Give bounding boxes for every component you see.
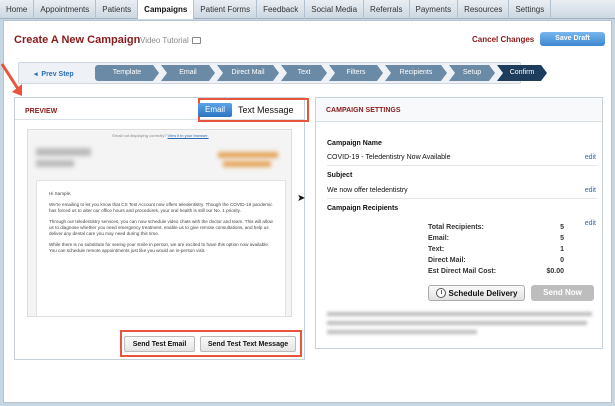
subject-label: Subject bbox=[327, 172, 353, 179]
email-body: Hi Sample, We're emailing to let you kno… bbox=[36, 180, 286, 316]
nav-tab-payments[interactable]: Payments bbox=[410, 0, 459, 19]
wizard-steps: Template Email Direct Mail Text Filters … bbox=[95, 65, 549, 81]
settings-title: CAMPAIGN SETTINGS bbox=[326, 107, 401, 114]
wizard-stepbar: ◂ Prev Step Template Email Direct Mail T… bbox=[18, 62, 521, 84]
divider bbox=[327, 198, 597, 199]
divider bbox=[327, 165, 597, 166]
step-email[interactable]: Email bbox=[161, 65, 215, 81]
nav-tab-social-media[interactable]: Social Media bbox=[305, 0, 365, 19]
blurred-logo-line bbox=[36, 160, 74, 167]
nav-tab-patient-forms[interactable]: Patient Forms bbox=[194, 0, 258, 19]
direct-mail-count-label: Direct Mail: bbox=[428, 257, 466, 264]
nav-tab-patients[interactable]: Patients bbox=[96, 0, 139, 19]
schedule-delivery-label: Schedule Delivery bbox=[448, 288, 518, 298]
page-title: Create A New Campaign bbox=[14, 34, 141, 46]
step-filters[interactable]: Filters bbox=[329, 65, 383, 81]
email-preview-frame[interactable]: Email not displaying correctly? View it … bbox=[27, 129, 292, 317]
clock-icon bbox=[435, 288, 446, 298]
schedule-delivery-button[interactable]: Schedule Delivery bbox=[428, 285, 525, 301]
total-recipients-label: Total Recipients: bbox=[428, 224, 484, 231]
edit-campaign-name-link[interactable]: edit bbox=[585, 154, 596, 161]
nav-tab-appointments[interactable]: Appointments bbox=[34, 0, 97, 19]
direct-mail-cost-label: Est Direct Mail Cost: bbox=[428, 268, 497, 275]
nav-tab-feedback[interactable]: Feedback bbox=[257, 0, 306, 19]
nav-tab-referrals[interactable]: Referrals bbox=[364, 0, 410, 19]
step-template[interactable]: Template bbox=[95, 65, 159, 81]
text-message-preview-tab[interactable]: Text Message bbox=[238, 103, 294, 117]
subject-value: We now offer teledentistry bbox=[327, 187, 408, 194]
blurred-disclaimer bbox=[327, 330, 477, 334]
settings-header: CAMPAIGN SETTINGS bbox=[316, 98, 602, 122]
nav-tab-home[interactable]: Home bbox=[0, 0, 35, 19]
view-in-browser-link[interactable]: View it in your browser. bbox=[168, 133, 209, 138]
cancel-changes-link[interactable]: Cancel Changes bbox=[472, 35, 534, 44]
step-confirm[interactable]: Confirm bbox=[497, 65, 547, 81]
edit-recipients-link[interactable]: edit bbox=[585, 220, 596, 227]
email-paragraph-1: We're emailing to let you know that CS T… bbox=[49, 202, 273, 213]
prev-step-link[interactable]: ◂ Prev Step bbox=[34, 70, 74, 78]
video-tutorial-link[interactable]: Video Tutorial bbox=[140, 36, 201, 45]
direct-mail-cost-value: $0.00 bbox=[546, 268, 564, 275]
step-text[interactable]: Text bbox=[281, 65, 327, 81]
blurred-contact bbox=[218, 152, 278, 158]
prev-step-label: Prev Step bbox=[41, 71, 74, 78]
nav-tab-settings[interactable]: Settings bbox=[509, 0, 552, 19]
campaign-name-value: COVID-19 - Teledentistry Now Available bbox=[327, 154, 451, 161]
blurred-logo bbox=[36, 148, 91, 156]
recipients-label: Campaign Recipients bbox=[327, 205, 399, 212]
email-count-label: Email: bbox=[428, 235, 450, 242]
direct-mail-count-value: 0 bbox=[560, 257, 564, 264]
not-displaying-text: Email not displaying correctly? bbox=[112, 133, 167, 138]
save-draft-button[interactable]: Save Draft bbox=[540, 32, 605, 46]
email-preview-tab[interactable]: Email bbox=[198, 103, 232, 117]
edit-subject-link[interactable]: edit bbox=[585, 187, 596, 194]
email-paragraph-3: While there is no substitute for seeing … bbox=[49, 242, 270, 253]
nav-tab-campaigns[interactable]: Campaigns bbox=[138, 0, 195, 19]
send-test-email-button[interactable]: Send Test Email bbox=[124, 336, 195, 352]
text-count-label: Text: bbox=[428, 246, 445, 253]
send-test-text-button[interactable]: Send Test Text Message bbox=[200, 336, 296, 352]
not-displaying-notice: Email not displaying correctly? View it … bbox=[28, 133, 291, 138]
preview-label: PREVIEW bbox=[25, 108, 58, 115]
email-count-value: 5 bbox=[560, 235, 564, 242]
blurred-disclaimer bbox=[327, 312, 592, 316]
email-greeting: Hi Sample, bbox=[49, 191, 72, 196]
video-tutorial-label: Video Tutorial bbox=[140, 36, 189, 45]
mouse-cursor-icon: ➤ bbox=[297, 193, 306, 204]
campaign-name-label: Campaign Name bbox=[327, 140, 382, 147]
blurred-contact-line bbox=[223, 161, 271, 167]
email-paragraph-2: Through our teledentistry services, you … bbox=[49, 219, 273, 236]
step-direct-mail[interactable]: Direct Mail bbox=[217, 65, 279, 81]
send-now-button[interactable]: Send Now bbox=[531, 285, 594, 301]
monitor-icon bbox=[191, 37, 201, 44]
top-nav: Home Appointments Patients Campaigns Pat… bbox=[0, 0, 615, 19]
step-setup[interactable]: Setup bbox=[449, 65, 495, 81]
step-recipients[interactable]: Recipients bbox=[385, 65, 447, 81]
campaign-settings-panel: CAMPAIGN SETTINGS Campaign Name COVID-19… bbox=[315, 97, 603, 349]
total-recipients-value: 5 bbox=[560, 224, 564, 231]
nav-tab-resources[interactable]: Resources bbox=[458, 0, 510, 19]
blurred-disclaimer bbox=[327, 321, 587, 325]
text-count-value: 1 bbox=[560, 246, 564, 253]
